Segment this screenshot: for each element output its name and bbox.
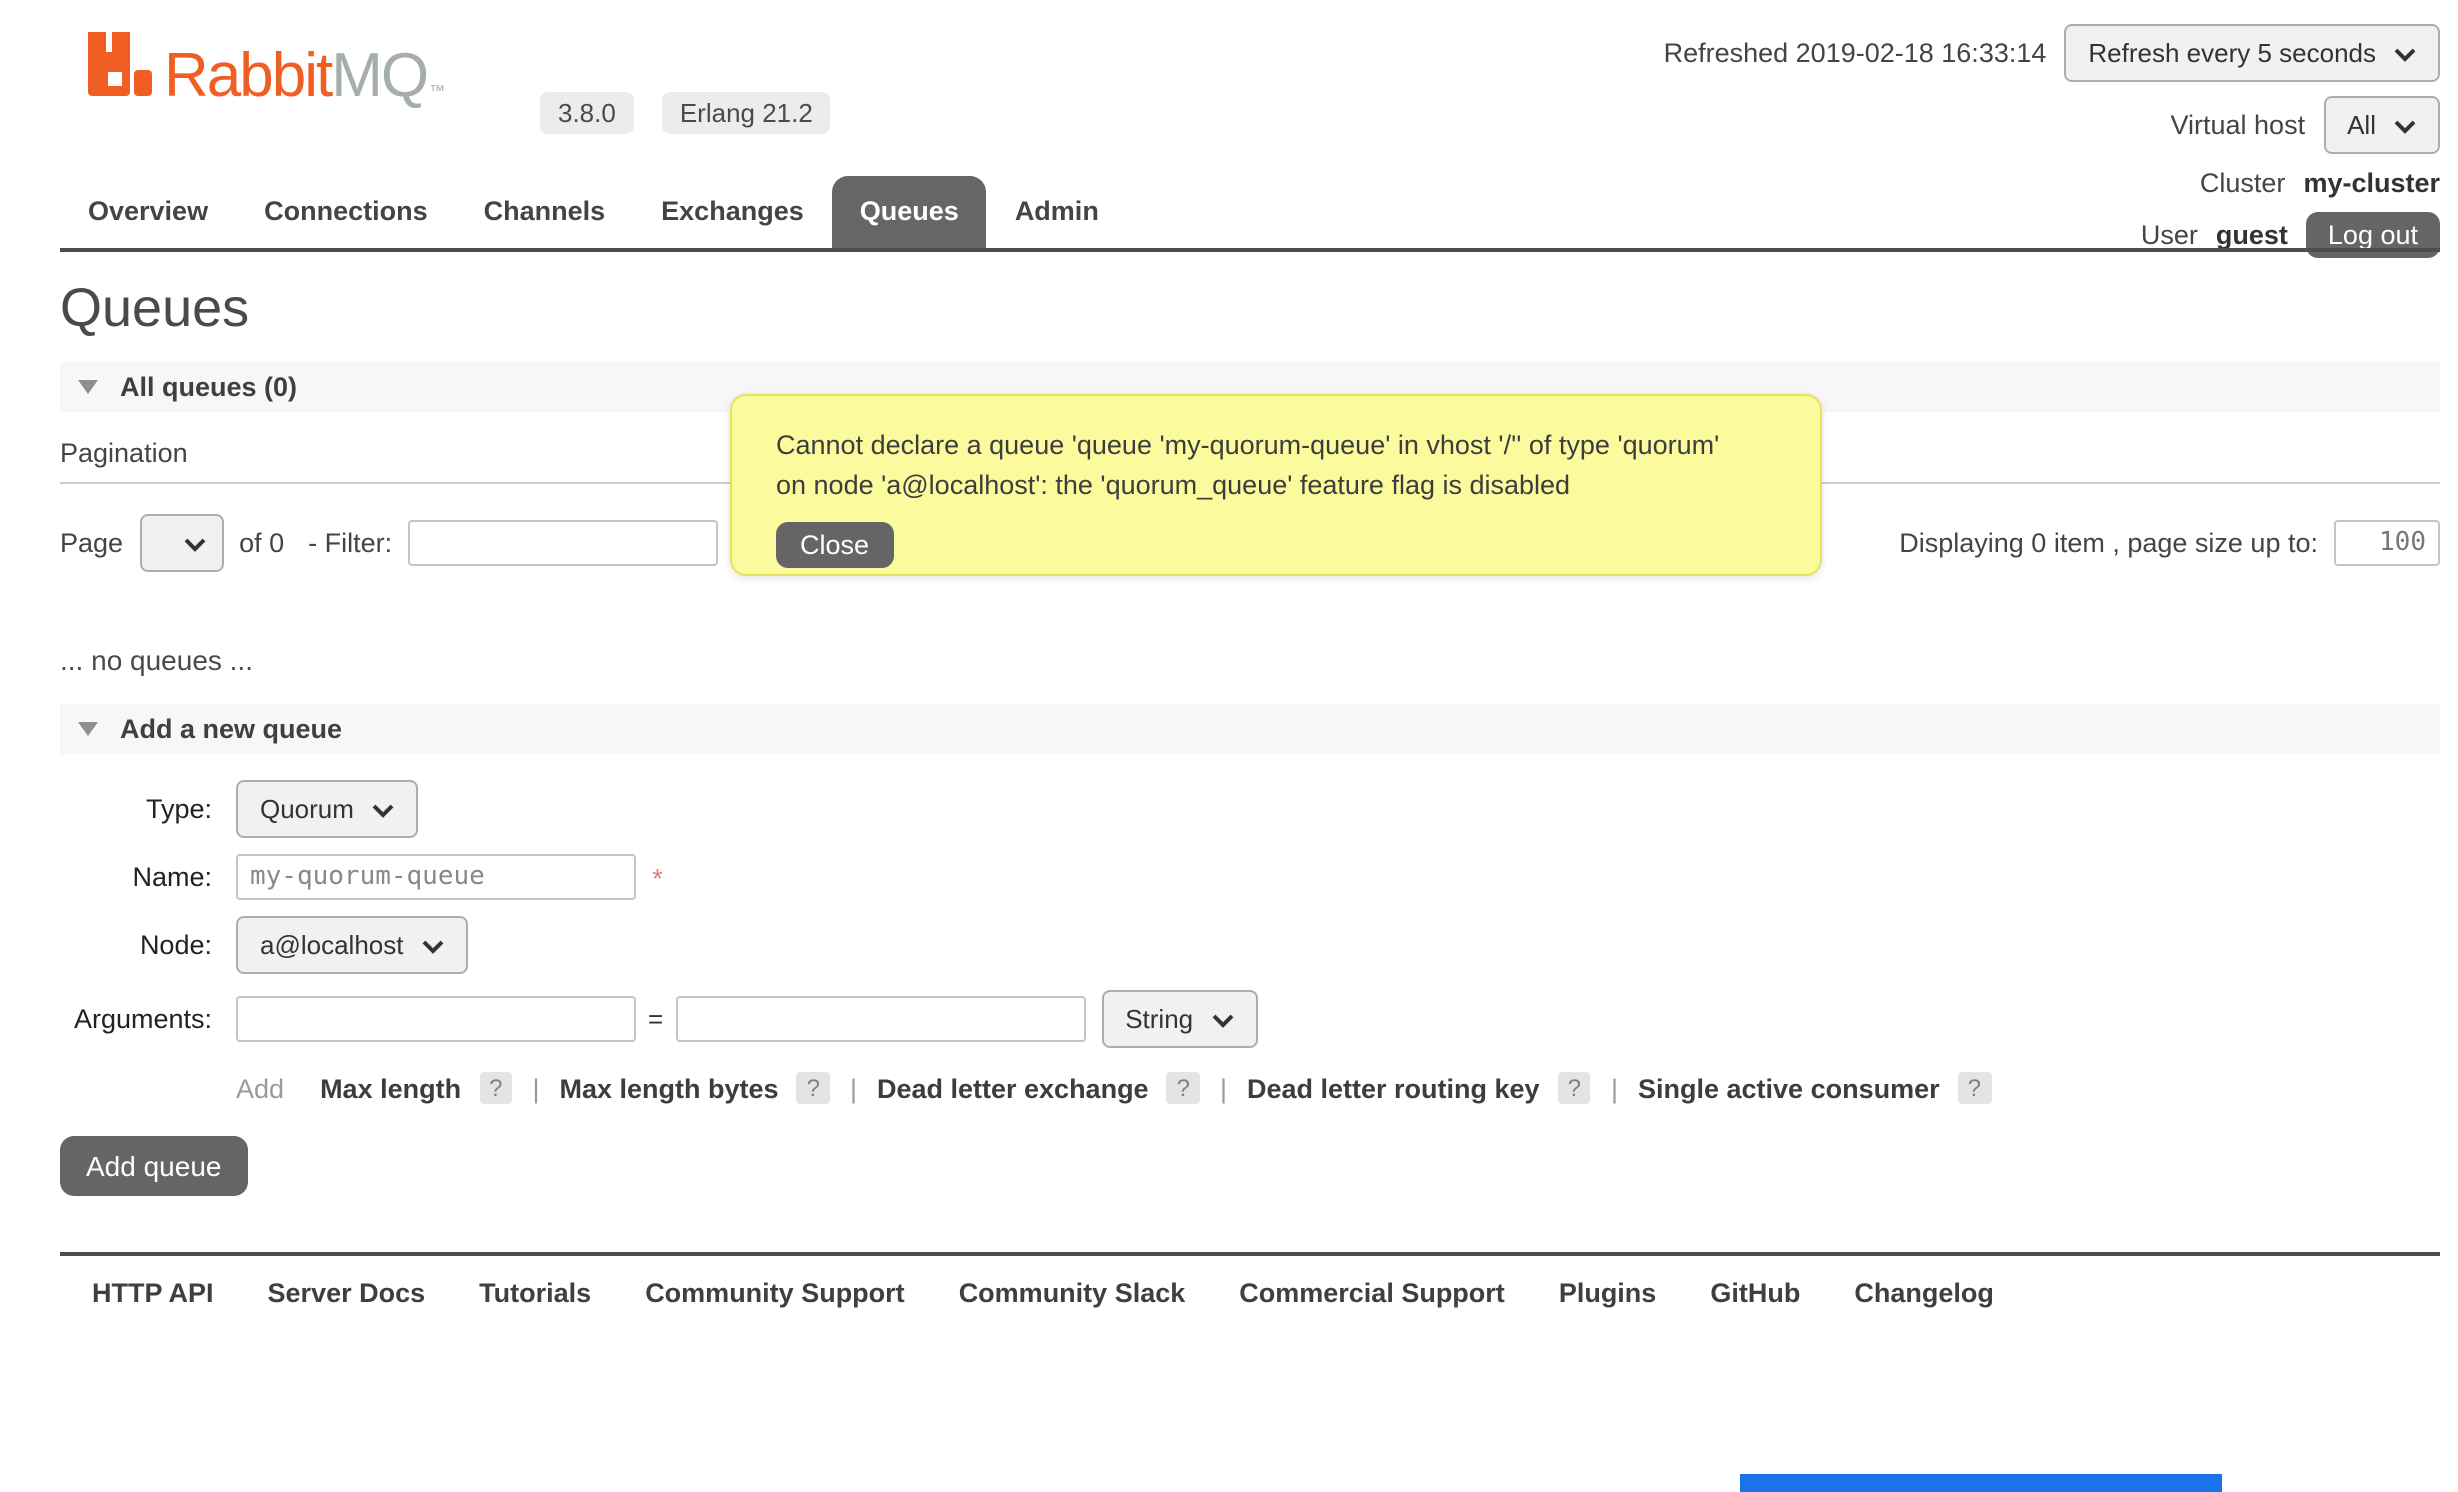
tab-channels[interactable]: Channels bbox=[456, 176, 634, 248]
shortcut-max-length[interactable]: Max length bbox=[320, 1073, 461, 1103]
name-row: Name: * bbox=[60, 854, 2440, 900]
chevron-down-icon bbox=[422, 930, 444, 960]
add-label: Add bbox=[236, 1073, 284, 1103]
argument-key-input[interactable] bbox=[236, 996, 636, 1042]
tab-admin[interactable]: Admin bbox=[987, 176, 1127, 248]
all-queues-section-title: All queues (0) bbox=[120, 372, 297, 402]
footer-link-http-api[interactable]: HTTP API bbox=[92, 1278, 214, 1308]
separator: | bbox=[850, 1073, 857, 1103]
argument-shortcuts: Add Max length ? | Max length bytes ? | … bbox=[236, 1072, 2440, 1104]
shortcut-dead-letter-exchange[interactable]: Dead letter exchange bbox=[877, 1073, 1149, 1103]
help-icon[interactable]: ? bbox=[479, 1072, 512, 1104]
footer-link-changelog[interactable]: Changelog bbox=[1854, 1278, 1994, 1308]
required-asterisk: * bbox=[652, 861, 663, 893]
trademark-symbol: ™ bbox=[429, 82, 443, 100]
filter-input[interactable] bbox=[408, 520, 718, 566]
footer-link-community-support[interactable]: Community Support bbox=[645, 1278, 905, 1308]
header-right: Refreshed 2019-02-18 16:33:14 Refresh ev… bbox=[1664, 24, 2440, 258]
type-row: Type: Quorum bbox=[60, 780, 2440, 838]
user-name: guest bbox=[2216, 220, 2288, 250]
footer-links: HTTP API Server Docs Tutorials Community… bbox=[92, 1278, 2440, 1308]
arguments-row: Arguments: = String bbox=[60, 990, 2440, 1048]
shortcut-single-active-consumer[interactable]: Single active consumer bbox=[1638, 1073, 1940, 1103]
rabbitmq-management-page: RabbitMQ™ 3.8.0 Erlang 21.2 Refreshed 20… bbox=[0, 0, 2458, 1492]
argument-type-select[interactable]: String bbox=[1101, 990, 1257, 1048]
page-title: Queues bbox=[60, 278, 2440, 340]
chevron-down-icon bbox=[2394, 110, 2416, 140]
arguments-label: Arguments: bbox=[60, 1004, 212, 1034]
page-select[interactable] bbox=[139, 514, 223, 572]
tab-overview[interactable]: Overview bbox=[60, 176, 236, 248]
help-icon[interactable]: ? bbox=[1958, 1072, 1991, 1104]
help-icon[interactable]: ? bbox=[1558, 1072, 1591, 1104]
tab-exchanges[interactable]: Exchanges bbox=[633, 176, 832, 248]
collapse-triangle-icon bbox=[78, 722, 98, 736]
rabbitmq-logo[interactable]: RabbitMQ™ bbox=[84, 28, 443, 106]
help-icon[interactable]: ? bbox=[1167, 1072, 1200, 1104]
shortcut-dead-letter-routing-key[interactable]: Dead letter routing key bbox=[1247, 1073, 1540, 1103]
add-queue-button[interactable]: Add queue bbox=[60, 1136, 247, 1196]
logo-wordmark: RabbitMQ™ bbox=[164, 44, 443, 106]
add-queue-section-header[interactable]: Add a new queue bbox=[60, 704, 2440, 754]
filter-label: - Filter: bbox=[308, 528, 392, 558]
footer: HTTP API Server Docs Tutorials Community… bbox=[60, 1252, 2440, 1308]
version-badges: 3.8.0 Erlang 21.2 bbox=[540, 92, 831, 134]
cluster-name: my-cluster bbox=[2303, 168, 2440, 198]
rabbitmq-logo-icon bbox=[84, 28, 156, 106]
error-message-line1: Cannot declare a queue 'queue 'my-quorum… bbox=[776, 426, 1776, 465]
separator: | bbox=[532, 1073, 539, 1103]
version-badge: 3.8.0 bbox=[540, 92, 634, 134]
header-divider bbox=[60, 248, 2440, 252]
argument-value-input[interactable] bbox=[675, 996, 1085, 1042]
add-queue-section-title: Add a new queue bbox=[120, 714, 342, 744]
collapse-triangle-icon bbox=[78, 380, 98, 394]
chevron-down-icon bbox=[2394, 38, 2416, 68]
chevron-down-icon bbox=[1211, 1004, 1233, 1034]
close-button[interactable]: Close bbox=[776, 522, 893, 568]
shortcut-max-length-bytes[interactable]: Max length bytes bbox=[560, 1073, 779, 1103]
displaying-label: Displaying 0 item , page size up to: bbox=[1899, 528, 2318, 558]
no-queues-message: ... no queues ... bbox=[60, 644, 2440, 676]
footer-link-plugins[interactable]: Plugins bbox=[1559, 1278, 1657, 1308]
refreshed-timestamp: Refreshed 2019-02-18 16:33:14 bbox=[1664, 38, 2047, 68]
error-message-line2: on node 'a@localhost': the 'quorum_queue… bbox=[776, 465, 1776, 504]
name-label: Name: bbox=[60, 862, 212, 892]
footer-link-commercial-support[interactable]: Commercial Support bbox=[1239, 1278, 1505, 1308]
add-queue-form: Type: Quorum Name: * Node: a@localhost bbox=[60, 780, 2440, 1196]
page-label: Page bbox=[60, 528, 123, 558]
footer-link-tutorials[interactable]: Tutorials bbox=[479, 1278, 591, 1308]
chevron-down-icon bbox=[183, 528, 205, 558]
vhost-label: Virtual host bbox=[2171, 110, 2306, 140]
node-select[interactable]: a@localhost bbox=[236, 916, 468, 974]
help-icon[interactable]: ? bbox=[797, 1072, 830, 1104]
of-pages-label: of 0 bbox=[239, 528, 284, 558]
page-size-group: Displaying 0 item , page size up to: bbox=[1899, 520, 2440, 566]
vhost-select[interactable]: All bbox=[2323, 96, 2440, 154]
refresh-interval-select[interactable]: Refresh every 5 seconds bbox=[2064, 24, 2440, 82]
node-label: Node: bbox=[60, 930, 212, 960]
footer-link-server-docs[interactable]: Server Docs bbox=[268, 1278, 426, 1308]
error-popup: Cannot declare a queue 'queue 'my-quorum… bbox=[730, 394, 1822, 576]
queue-name-input[interactable] bbox=[236, 854, 636, 900]
bottom-blue-bar bbox=[1740, 1474, 2222, 1492]
separator: | bbox=[1220, 1073, 1227, 1103]
chevron-down-icon bbox=[372, 794, 394, 824]
footer-link-github[interactable]: GitHub bbox=[1710, 1278, 1800, 1308]
equals-sign: = bbox=[648, 1004, 663, 1034]
tab-connections[interactable]: Connections bbox=[236, 176, 456, 248]
erlang-badge: Erlang 21.2 bbox=[662, 92, 831, 134]
node-row: Node: a@localhost bbox=[60, 916, 2440, 974]
separator: | bbox=[1611, 1073, 1618, 1103]
page-size-input[interactable] bbox=[2334, 520, 2440, 566]
cluster-label: Cluster bbox=[2200, 168, 2286, 198]
header: RabbitMQ™ 3.8.0 Erlang 21.2 Refreshed 20… bbox=[0, 0, 2458, 252]
user-label: User bbox=[2141, 220, 2198, 250]
queue-type-select[interactable]: Quorum bbox=[236, 780, 418, 838]
tab-queues[interactable]: Queues bbox=[832, 176, 987, 248]
footer-link-community-slack[interactable]: Community Slack bbox=[959, 1278, 1186, 1308]
type-label: Type: bbox=[60, 794, 212, 824]
nav-tabs: Overview Connections Channels Exchanges … bbox=[60, 176, 1127, 248]
